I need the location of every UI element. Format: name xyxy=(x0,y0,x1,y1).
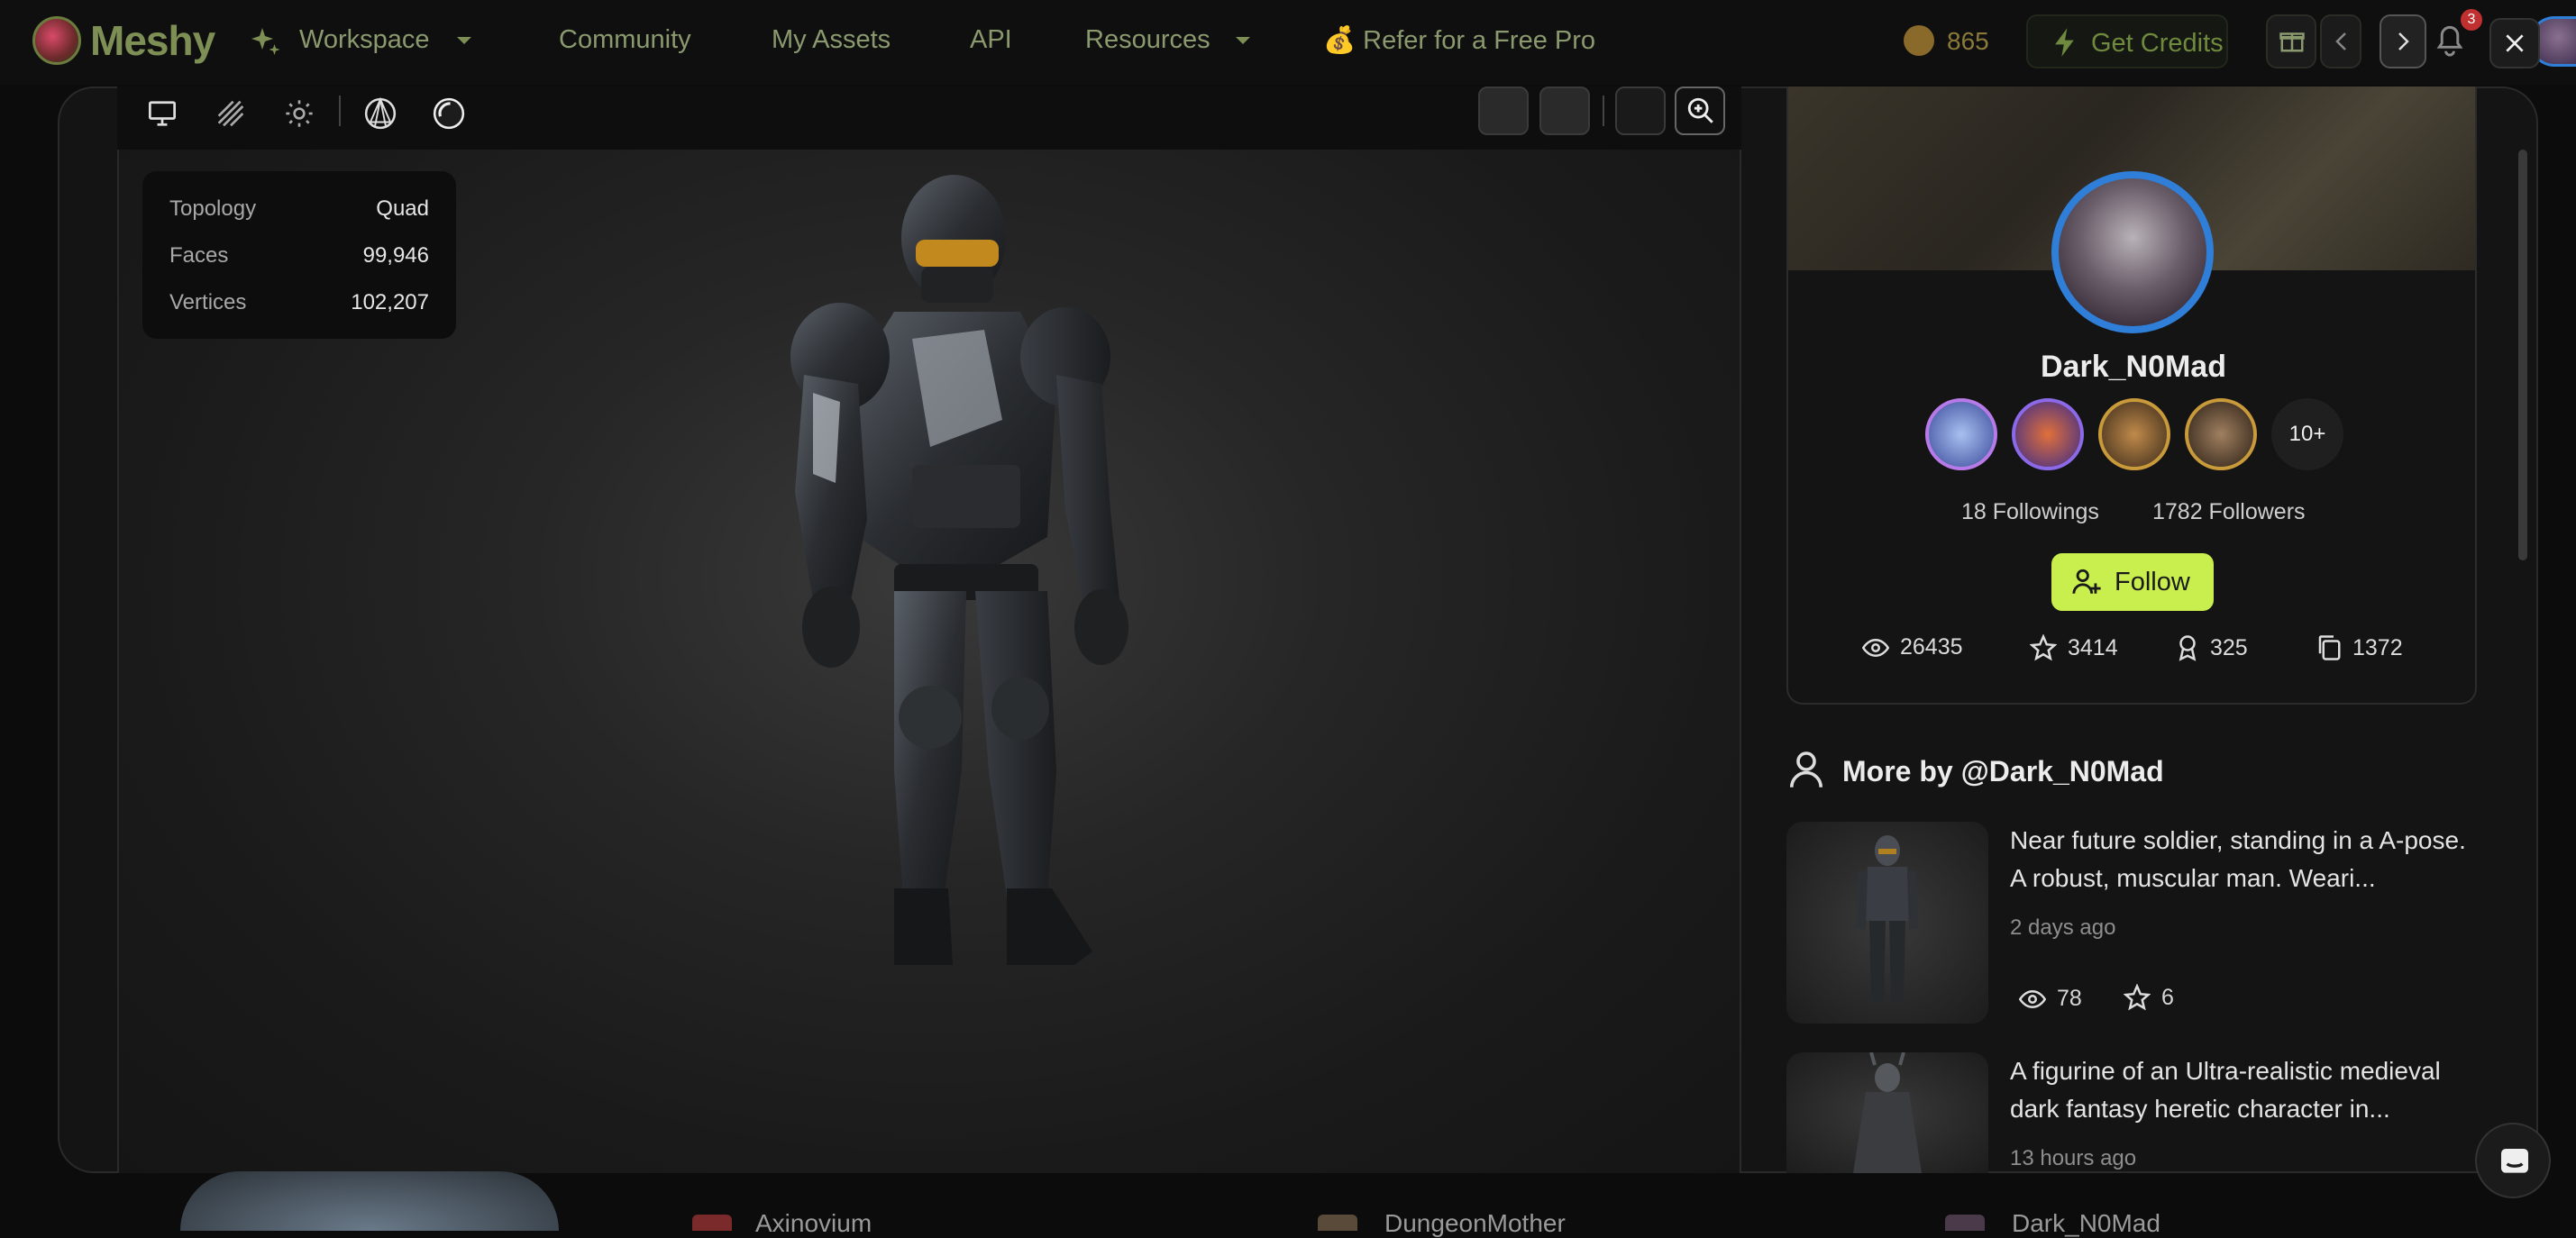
card-views-metric: 78 xyxy=(2019,986,2082,1012)
bell-icon[interactable] xyxy=(2434,23,2466,58)
chat-icon xyxy=(2497,1144,2533,1180)
stat-value: 99,946 xyxy=(362,243,429,268)
texture-thumb-2[interactable] xyxy=(1539,86,1590,135)
copy-icon xyxy=(2316,634,2342,661)
stars-count: 3414 xyxy=(2068,634,2118,660)
star-icon xyxy=(2124,984,2151,1011)
texture-thumb-1[interactable] xyxy=(1478,86,1529,135)
panel-scrollbar[interactable] xyxy=(2518,150,2527,560)
credits-count: 865 xyxy=(1947,27,1989,55)
nav-workspace[interactable]: Workspace xyxy=(299,25,430,55)
stat-label: Topology xyxy=(169,196,257,221)
top-nav: Meshy Workspace Community My Assets API … xyxy=(0,0,2576,85)
next-model-button[interactable] xyxy=(2380,14,2426,68)
model-card-thumbnail[interactable] xyxy=(1786,1052,1988,1173)
heretic-thumbnail-image xyxy=(1853,1052,1922,1173)
add-user-icon xyxy=(2071,568,2102,596)
follow-label: Follow xyxy=(2115,568,2190,596)
creator-profile-card: Dark_N0Mad 10+ 18 Followings 1782 Follow… xyxy=(1786,86,2477,705)
stat-value: 102,207 xyxy=(351,290,429,314)
model-card-time: 13 hours ago xyxy=(2010,1146,2137,1170)
achievement-badge[interactable] xyxy=(2185,398,2257,470)
awards-metric: 325 xyxy=(2176,634,2248,661)
awards-count: 325 xyxy=(2210,634,2248,660)
close-modal-button[interactable] xyxy=(2489,18,2540,68)
card-stars-metric: 6 xyxy=(2124,984,2174,1011)
model-card-title[interactable]: A figurine of an Ultra-realistic medieva… xyxy=(2010,1052,2479,1128)
background-username[interactable]: Axinovium xyxy=(755,1209,872,1238)
follow-button[interactable]: Follow xyxy=(2051,553,2214,611)
more-by-title: More by @Dark_N0Mad xyxy=(1842,755,2164,787)
achievement-badge[interactable] xyxy=(1925,398,1997,470)
stat-label: Faces xyxy=(169,243,229,268)
nav-my-assets[interactable]: My Assets xyxy=(772,25,891,55)
lighting-icon[interactable] xyxy=(278,92,321,135)
coin-icon xyxy=(1904,25,1934,56)
zoom-in-icon xyxy=(1685,96,1716,126)
model-card-time: 2 days ago xyxy=(2010,915,2116,940)
sparkle-icon xyxy=(249,25,281,58)
brand-name[interactable]: Meshy xyxy=(90,16,215,65)
achievement-badge[interactable] xyxy=(2098,398,2170,470)
mesh-stats-panel: Topology Quad Faces 99,946 Vertices 102,… xyxy=(142,171,456,339)
card-views-count: 78 xyxy=(2057,986,2082,1011)
background-avatar xyxy=(692,1215,732,1231)
background-username[interactable]: DungeonMother xyxy=(1384,1209,1566,1238)
copies-count: 1372 xyxy=(2352,634,2403,660)
model-card-thumbnail[interactable] xyxy=(1786,822,1988,1024)
soldier-thumbnail-image xyxy=(1857,835,1918,1002)
background-username[interactable]: Dark_N0Mad xyxy=(2012,1209,2160,1238)
stars-metric: 3414 xyxy=(2030,634,2118,661)
chevron-down-icon xyxy=(1233,34,1253,47)
get-credits-button[interactable]: Get Credits xyxy=(2026,14,2228,68)
nav-community[interactable]: Community xyxy=(559,25,691,55)
toolbar-divider xyxy=(1603,96,1604,126)
views-count: 26435 xyxy=(1900,634,1963,660)
topology-sphere-icon[interactable] xyxy=(359,92,402,135)
award-icon xyxy=(2176,634,2199,661)
card-stars-count: 6 xyxy=(2161,984,2174,1010)
stat-value: Quad xyxy=(376,196,429,221)
close-icon xyxy=(2503,32,2526,55)
monitor-icon[interactable] xyxy=(141,92,184,135)
gift-button[interactable] xyxy=(2266,14,2316,68)
followers-count[interactable]: 1782 Followers xyxy=(2152,499,2306,525)
more-badges[interactable]: 10+ xyxy=(2271,398,2343,470)
nav-resources[interactable]: Resources xyxy=(1085,25,1210,55)
material-sphere-icon[interactable] xyxy=(427,92,470,135)
nav-refer[interactable]: 💰 Refer for a Free Pro xyxy=(1323,25,1595,56)
background-avatar xyxy=(1318,1215,1357,1231)
views-metric: 26435 xyxy=(1862,634,1963,660)
meshy-logo-icon[interactable] xyxy=(32,16,81,65)
eye-icon xyxy=(2019,989,2046,1009)
chevron-left-icon xyxy=(2333,31,2351,52)
lightning-icon xyxy=(2051,27,2078,58)
zoom-button[interactable] xyxy=(1675,86,1725,135)
chat-support-button[interactable] xyxy=(2475,1123,2551,1198)
nav-api[interactable]: API xyxy=(970,25,1012,55)
chevron-down-icon xyxy=(454,34,474,47)
user-icon xyxy=(1790,750,1822,789)
texture-thumb-3[interactable] xyxy=(1615,86,1666,135)
model-card-title[interactable]: Near future soldier, standing in a A-pos… xyxy=(2010,822,2479,897)
creator-avatar[interactable] xyxy=(2051,171,2214,333)
wireframe-icon[interactable] xyxy=(209,92,252,135)
copies-metric: 1372 xyxy=(2316,634,2403,661)
prev-model-button[interactable] xyxy=(2320,14,2361,68)
toolbar-divider xyxy=(339,96,341,126)
background-avatar xyxy=(1945,1215,1985,1231)
creator-username[interactable]: Dark_N0Mad xyxy=(1788,350,2475,385)
stat-label: Vertices xyxy=(169,290,247,314)
eye-icon xyxy=(1862,638,1889,658)
star-icon xyxy=(2030,634,2057,661)
notification-badge: 3 xyxy=(2461,9,2482,31)
gift-icon xyxy=(2279,27,2306,54)
achievement-badge[interactable] xyxy=(2012,398,2084,470)
followings-count[interactable]: 18 Followings xyxy=(1961,499,2099,525)
background-blob xyxy=(180,1171,559,1231)
chevron-right-icon xyxy=(2394,31,2412,52)
get-credits-label: Get Credits xyxy=(2091,29,2224,58)
